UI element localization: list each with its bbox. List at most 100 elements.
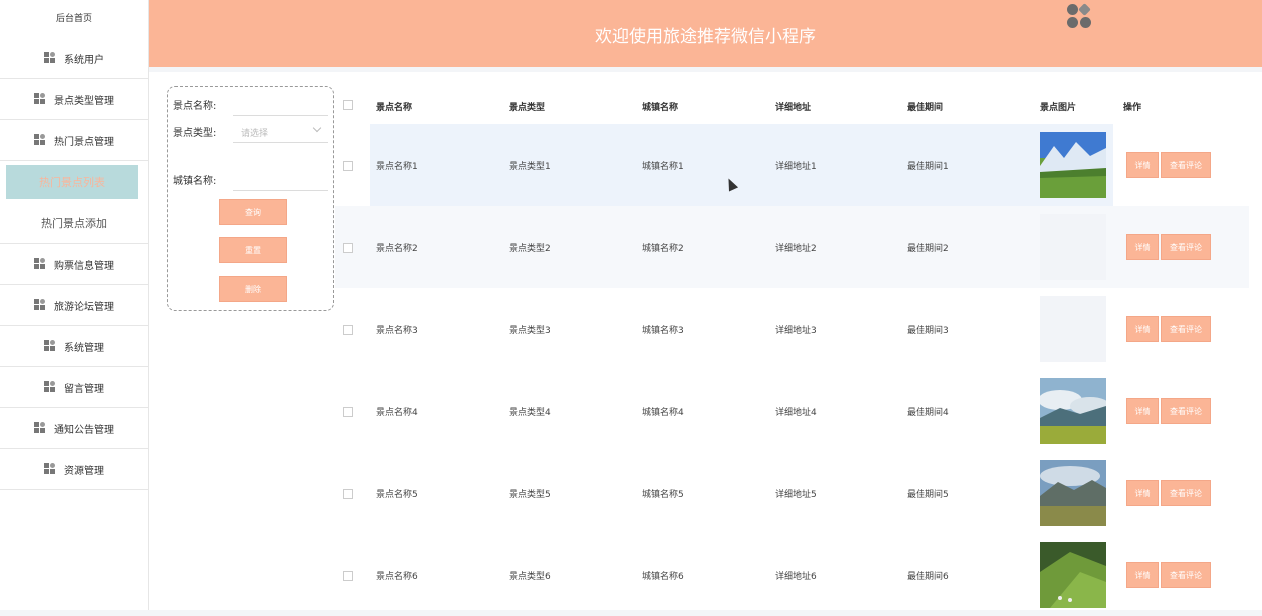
col-actions: 操作 [1123,103,1142,113]
top-header: 欢迎使用旅途推荐微信小程序 [149,0,1262,67]
city-input[interactable] [233,168,328,191]
cell-type: 景点类型2 [509,244,551,254]
cell-address: 详细地址3 [775,326,817,336]
cell-city: 城镇名称2 [642,244,684,254]
attraction-image[interactable] [1040,296,1106,362]
cell-name: 景点名称3 [376,326,418,336]
col-city: 城镇名称 [642,103,679,113]
view-comments-button[interactable]: 查看评论 [1161,398,1211,424]
app-logo-icon [1067,3,1093,30]
table-row[interactable]: 景点名称6 景点类型6 城镇名称6 详细地址6 最佳期间6 详情 查看评论 [335,534,1249,616]
row-checkbox[interactable] [343,161,353,171]
grid-icon [34,134,46,146]
cell-best-period: 最佳期间5 [907,490,949,500]
grid-icon [44,381,56,393]
grid-icon [34,299,46,311]
table-row[interactable]: 景点名称1 景点类型1 城镇名称1 详细地址1 最佳期间1 详情 查看评论 [335,124,1249,206]
table-row[interactable]: 景点名称3 景点类型3 城镇名称3 详细地址3 最佳期间3 详情 查看评论 [335,288,1249,370]
name-label: 景点名称: [173,101,217,112]
attraction-image[interactable] [1040,460,1106,526]
cell-address: 详细地址1 [775,162,817,172]
view-comments-button[interactable]: 查看评论 [1161,316,1211,342]
sidebar-item-system[interactable]: 系统管理 [0,326,148,367]
row-checkbox[interactable] [343,325,353,335]
search-panel: 景点名称: 景点类型: 请选择 城镇名称: 查询 重置 删除 [167,86,334,311]
type-select-placeholder: 请选择 [241,129,269,139]
grid-icon [44,463,56,475]
sidebar-subitem-hot-list[interactable]: 热门景点列表 [6,165,138,199]
page-title: 欢迎使用旅途推荐微信小程序 [595,27,816,47]
view-comments-button[interactable]: 查看评论 [1161,480,1211,506]
row-checkbox[interactable] [343,243,353,253]
reset-button[interactable]: 重置 [219,237,287,263]
detail-button[interactable]: 详情 [1126,316,1159,342]
cell-best-period: 最佳期间6 [907,572,949,582]
grid-icon [44,340,56,352]
attraction-image[interactable] [1040,214,1106,280]
attraction-image[interactable] [1040,542,1106,608]
sidebar-item-tickets[interactable]: 购票信息管理 [0,243,148,285]
name-input[interactable] [233,93,328,116]
view-comments-button[interactable]: 查看评论 [1161,562,1211,588]
table-row[interactable]: 景点名称2 景点类型2 城镇名称2 详细地址2 最佳期间2 详情 查看评论 [335,206,1249,288]
view-comments-button[interactable]: 查看评论 [1161,152,1211,178]
cell-best-period: 最佳期间3 [907,326,949,336]
sidebar-item-system-users[interactable]: 系统用户 [0,38,148,79]
sidebar: 后台首页 系统用户 景点类型管理 热门景点管理 热门景点列表 热门景点添加 购票… [0,0,149,610]
detail-button[interactable]: 详情 [1126,234,1159,260]
cell-city: 城镇名称6 [642,572,684,582]
col-type: 景点类型 [509,103,546,113]
delete-button[interactable]: 删除 [219,276,287,302]
cell-city: 城镇名称3 [642,326,684,336]
view-comments-button[interactable]: 查看评论 [1161,234,1211,260]
attraction-image[interactable] [1040,378,1106,444]
cell-type: 景点类型4 [509,408,551,418]
sidebar-item-hot-attractions[interactable]: 热门景点管理 [0,120,148,161]
row-checkbox[interactable] [343,489,353,499]
cell-type: 景点类型1 [509,162,551,172]
detail-button[interactable]: 详情 [1126,562,1159,588]
cell-best-period: 最佳期间2 [907,244,949,254]
sidebar-subitem-hot-add[interactable]: 热门景点添加 [0,203,148,243]
row-checkbox[interactable] [343,571,353,581]
sidebar-item-messages[interactable]: 留言管理 [0,367,148,408]
chevron-down-icon [312,123,322,133]
select-all-checkbox[interactable] [343,100,353,110]
sidebar-item-label: 热门景点管理 [54,136,114,148]
query-button[interactable]: 查询 [219,199,287,225]
attraction-image[interactable] [1040,132,1106,198]
type-select[interactable]: 请选择 [233,120,328,143]
cell-best-period: 最佳期间4 [907,408,949,418]
cell-address: 详细地址2 [775,244,817,254]
detail-button[interactable]: 详情 [1126,152,1159,178]
sidebar-item-resources[interactable]: 资源管理 [0,449,148,490]
sidebar-item-attraction-type[interactable]: 景点类型管理 [0,79,148,120]
sidebar-item-label: 购票信息管理 [54,260,114,272]
detail-button[interactable]: 详情 [1126,398,1159,424]
col-address: 详细地址 [775,103,812,113]
sidebar-item-label: 留言管理 [64,383,104,395]
cell-name: 景点名称2 [376,244,418,254]
cell-name: 景点名称1 [376,162,418,172]
detail-button[interactable]: 详情 [1126,480,1159,506]
col-name: 景点名称 [376,103,413,113]
table-row[interactable]: 景点名称4 景点类型4 城镇名称4 详细地址4 最佳期间4 详情 查看评论 [335,370,1249,452]
city-label: 城镇名称: [173,176,217,187]
cell-city: 城镇名称5 [642,490,684,500]
sidebar-home-link[interactable]: 后台首页 [0,0,148,38]
cell-city: 城镇名称4 [642,408,684,418]
cell-address: 详细地址6 [775,572,817,582]
cell-city: 城镇名称1 [642,162,684,172]
cell-type: 景点类型6 [509,572,551,582]
sidebar-item-notices[interactable]: 通知公告管理 [0,408,148,449]
col-image: 景点图片 [1040,103,1077,113]
grid-icon [44,52,56,64]
cell-address: 详细地址4 [775,408,817,418]
row-checkbox[interactable] [343,407,353,417]
sidebar-item-forum[interactable]: 旅游论坛管理 [0,285,148,326]
cell-type: 景点类型5 [509,490,551,500]
sidebar-item-label: 旅游论坛管理 [54,301,114,313]
table-row[interactable]: 景点名称5 景点类型5 城镇名称5 详细地址5 最佳期间5 详情 查看评论 [335,452,1249,534]
cell-name: 景点名称6 [376,572,418,582]
sidebar-item-label: 系统用户 [64,54,104,66]
